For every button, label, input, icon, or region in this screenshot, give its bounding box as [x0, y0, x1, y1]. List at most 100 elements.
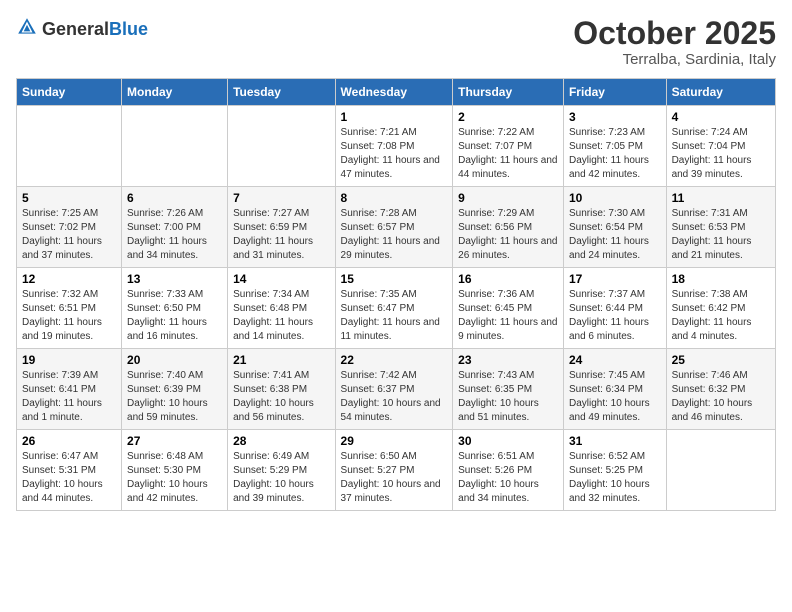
calendar-cell: 2 Sunrise: 7:22 AMSunset: 7:07 PMDaylight… [453, 106, 564, 187]
day-number: 27 [127, 434, 222, 448]
day-info: Sunrise: 7:45 AMSunset: 6:34 PMDaylight:… [569, 369, 661, 425]
day-number: 23 [458, 353, 558, 367]
day-number: 25 [672, 353, 770, 367]
day-info: Sunrise: 7:43 AMSunset: 6:35 PMDaylight:… [458, 369, 558, 425]
calendar-cell: 12 Sunrise: 7:32 AMSunset: 6:51 PMDayligh… [17, 268, 122, 349]
calendar-cell: 3 Sunrise: 7:23 AMSunset: 7:05 PMDaylight… [563, 106, 666, 187]
logo-text: GeneralBlue [42, 20, 148, 40]
location-subtitle: Terralba, Sardinia, Italy [573, 51, 776, 68]
calendar-cell: 31 Sunrise: 6:52 AMSunset: 5:25 PMDayligh… [563, 430, 666, 511]
day-info: Sunrise: 6:52 AMSunset: 5:25 PMDaylight:… [569, 450, 661, 506]
day-number: 21 [233, 353, 329, 367]
calendar-cell [228, 106, 335, 187]
day-info: Sunrise: 6:50 AMSunset: 5:27 PMDaylight:… [341, 450, 448, 506]
calendar-cell: 30 Sunrise: 6:51 AMSunset: 5:26 PMDayligh… [453, 430, 564, 511]
month-title: October 2025 [573, 16, 776, 51]
day-number: 5 [22, 191, 116, 205]
logo-general: General [42, 19, 109, 39]
day-number: 2 [458, 110, 558, 124]
day-number: 11 [672, 191, 770, 205]
calendar-cell: 17 Sunrise: 7:37 AMSunset: 6:44 PMDayligh… [563, 268, 666, 349]
day-number: 17 [569, 272, 661, 286]
logo-graphic [16, 16, 38, 43]
title-section: October 2025 Terralba, Sardinia, Italy [573, 16, 776, 68]
day-header-monday: Monday [122, 79, 228, 106]
day-number: 7 [233, 191, 329, 205]
calendar-week-row: 26 Sunrise: 6:47 AMSunset: 5:31 PMDayligh… [17, 430, 776, 511]
calendar-cell: 15Sunrise: 7:35 AMSunset: 6:47 PMDayligh… [335, 268, 453, 349]
day-info: Sunrise: 7:30 AMSunset: 6:54 PMDaylight:… [569, 207, 661, 263]
day-number: 28 [233, 434, 329, 448]
day-number: 24 [569, 353, 661, 367]
calendar-cell: 23 Sunrise: 7:43 AMSunset: 6:35 PMDayligh… [453, 349, 564, 430]
day-info: Sunrise: 7:42 AMSunset: 6:37 PMDaylight:… [341, 369, 448, 425]
day-number: 19 [22, 353, 116, 367]
calendar-week-row: 19 Sunrise: 7:39 AMSunset: 6:41 PMDayligh… [17, 349, 776, 430]
day-header-wednesday: Wednesday [335, 79, 453, 106]
day-info: Sunrise: 7:40 AMSunset: 6:39 PMDaylight:… [127, 369, 222, 425]
day-header-saturday: Saturday [666, 79, 775, 106]
day-info: Sunrise: 7:36 AMSunset: 6:45 PMDaylight:… [458, 288, 558, 344]
day-number: 13 [127, 272, 222, 286]
day-number: 6 [127, 191, 222, 205]
calendar-cell [122, 106, 228, 187]
calendar-cell: 19 Sunrise: 7:39 AMSunset: 6:41 PMDayligh… [17, 349, 122, 430]
day-info: Sunrise: 7:27 AMSunset: 6:59 PMDaylight:… [233, 207, 329, 263]
day-number: 4 [672, 110, 770, 124]
day-info: Sunrise: 7:24 AMSunset: 7:04 PMDaylight:… [672, 126, 770, 182]
day-info: Sunrise: 7:25 AMSunset: 7:02 PMDaylight:… [22, 207, 116, 263]
calendar-table: SundayMondayTuesdayWednesdayThursdayFrid… [16, 78, 776, 511]
calendar-cell: 21Sunrise: 7:41 AMSunset: 6:38 PMDayligh… [228, 349, 335, 430]
day-number: 30 [458, 434, 558, 448]
day-number: 8 [341, 191, 448, 205]
day-info: Sunrise: 7:46 AMSunset: 6:32 PMDaylight:… [672, 369, 770, 425]
day-number: 18 [672, 272, 770, 286]
calendar-cell: 8Sunrise: 7:28 AMSunset: 6:57 PMDaylight… [335, 187, 453, 268]
day-info: Sunrise: 7:26 AMSunset: 7:00 PMDaylight:… [127, 207, 222, 263]
day-number: 31 [569, 434, 661, 448]
day-header-tuesday: Tuesday [228, 79, 335, 106]
day-info: Sunrise: 6:51 AMSunset: 5:26 PMDaylight:… [458, 450, 558, 506]
calendar-cell: 29 Sunrise: 6:50 AMSunset: 5:27 PMDayligh… [335, 430, 453, 511]
day-number: 12 [22, 272, 116, 286]
calendar-cell: 14Sunrise: 7:34 AMSunset: 6:48 PMDayligh… [228, 268, 335, 349]
page-header: GeneralBlue October 2025 Terralba, Sardi… [16, 16, 776, 68]
day-info: Sunrise: 7:38 AMSunset: 6:42 PMDaylight:… [672, 288, 770, 344]
day-info: Sunrise: 7:32 AMSunset: 6:51 PMDaylight:… [22, 288, 116, 344]
calendar-cell: 24 Sunrise: 7:45 AMSunset: 6:34 PMDayligh… [563, 349, 666, 430]
calendar-cell: 10 Sunrise: 7:30 AMSunset: 6:54 PMDayligh… [563, 187, 666, 268]
day-number: 10 [569, 191, 661, 205]
day-info: Sunrise: 7:31 AMSunset: 6:53 PMDaylight:… [672, 207, 770, 263]
calendar-cell: 5 Sunrise: 7:25 AMSunset: 7:02 PMDaylight… [17, 187, 122, 268]
day-info: Sunrise: 7:35 AMSunset: 6:47 PMDaylight:… [341, 288, 448, 344]
calendar-week-row: 12 Sunrise: 7:32 AMSunset: 6:51 PMDayligh… [17, 268, 776, 349]
day-number: 20 [127, 353, 222, 367]
day-info: Sunrise: 7:39 AMSunset: 6:41 PMDaylight:… [22, 369, 116, 425]
day-info: Sunrise: 7:21 AMSunset: 7:08 PMDaylight:… [341, 126, 448, 182]
day-info: Sunrise: 7:23 AMSunset: 7:05 PMDaylight:… [569, 126, 661, 182]
day-number: 26 [22, 434, 116, 448]
calendar-cell: 13Sunrise: 7:33 AMSunset: 6:50 PMDayligh… [122, 268, 228, 349]
calendar-header-row: SundayMondayTuesdayWednesdayThursdayFrid… [17, 79, 776, 106]
calendar-cell: 6 Sunrise: 7:26 AMSunset: 7:00 PMDaylight… [122, 187, 228, 268]
calendar-week-row: 5 Sunrise: 7:25 AMSunset: 7:02 PMDaylight… [17, 187, 776, 268]
logo-blue: Blue [109, 19, 148, 39]
calendar-cell: 4 Sunrise: 7:24 AMSunset: 7:04 PMDaylight… [666, 106, 775, 187]
day-number: 9 [458, 191, 558, 205]
calendar-cell: 20 Sunrise: 7:40 AMSunset: 6:39 PMDayligh… [122, 349, 228, 430]
day-info: Sunrise: 7:22 AMSunset: 7:07 PMDaylight:… [458, 126, 558, 182]
calendar-cell: 1 Sunrise: 7:21 AMSunset: 7:08 PMDaylight… [335, 106, 453, 187]
day-number: 1 [341, 110, 448, 124]
day-info: Sunrise: 6:48 AMSunset: 5:30 PMDaylight:… [127, 450, 222, 506]
day-number: 14 [233, 272, 329, 286]
day-info: Sunrise: 7:37 AMSunset: 6:44 PMDaylight:… [569, 288, 661, 344]
calendar-cell: 26 Sunrise: 6:47 AMSunset: 5:31 PMDayligh… [17, 430, 122, 511]
day-info: Sunrise: 6:47 AMSunset: 5:31 PMDaylight:… [22, 450, 116, 506]
day-header-thursday: Thursday [453, 79, 564, 106]
day-info: Sunrise: 6:49 AMSunset: 5:29 PMDaylight:… [233, 450, 329, 506]
day-info: Sunrise: 7:29 AMSunset: 6:56 PMDaylight:… [458, 207, 558, 263]
calendar-cell: 9 Sunrise: 7:29 AMSunset: 6:56 PMDaylight… [453, 187, 564, 268]
calendar-cell: 16Sunrise: 7:36 AMSunset: 6:45 PMDayligh… [453, 268, 564, 349]
day-number: 29 [341, 434, 448, 448]
day-number: 3 [569, 110, 661, 124]
